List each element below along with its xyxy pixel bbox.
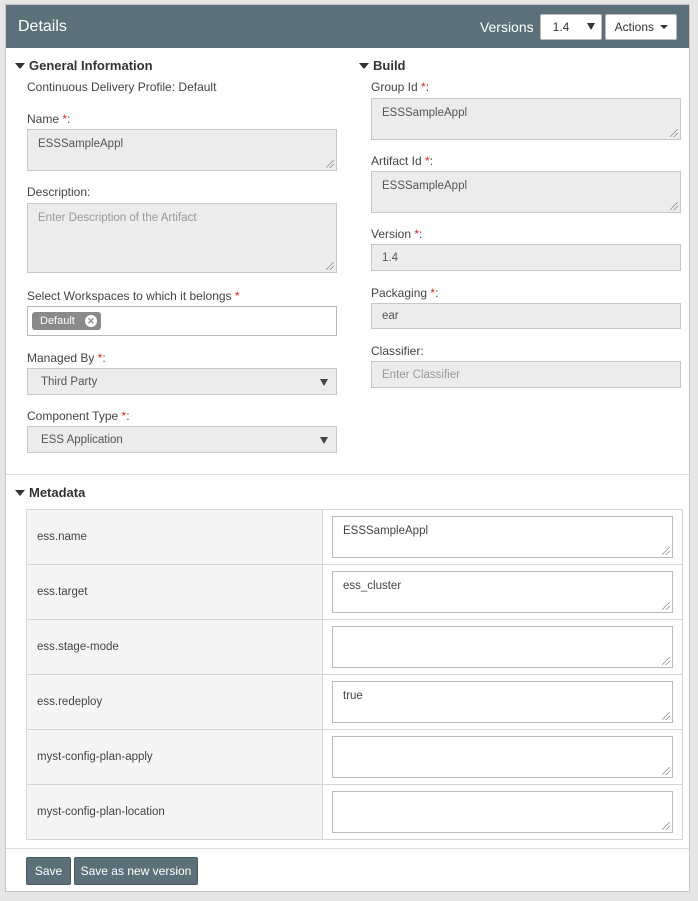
version-value: 1.4	[382, 251, 398, 264]
collapse-triangle-icon	[15, 62, 25, 69]
artifact-id-field[interactable]: ESSSampleAppl	[371, 171, 681, 213]
metadata-key: ess.name	[26, 509, 323, 565]
name-field[interactable]: ESSSampleAppl	[27, 129, 337, 171]
chevron-down-icon	[586, 23, 595, 30]
metadata-key: myst-config-plan-location	[26, 784, 323, 840]
classifier-label: Classifier:	[371, 344, 424, 358]
table-row: ess.redeploy true	[26, 674, 683, 730]
build-title: Build	[373, 58, 406, 73]
metadata-key: ess.redeploy	[26, 674, 323, 730]
component-type-value: ESS Application	[41, 433, 123, 446]
remove-tag-icon[interactable]: ✕	[84, 315, 97, 327]
description-field[interactable]: Enter Description of the Artifact	[27, 203, 337, 273]
workspace-tag: Default ✕	[32, 312, 101, 330]
metadata-value-input[interactable]: true	[332, 681, 673, 723]
resize-handle-icon[interactable]	[662, 547, 670, 555]
details-panel: Details Versions 1.4 Actions General Inf…	[5, 4, 690, 892]
table-row: myst-config-plan-location	[26, 784, 683, 840]
page-title: Details	[18, 17, 67, 35]
caret-down-icon	[660, 24, 668, 29]
table-row: ess.stage-mode	[26, 619, 683, 675]
chevron-down-icon	[320, 378, 328, 386]
workspace-tag-label: Default	[40, 315, 75, 327]
metadata-title: Metadata	[29, 485, 86, 500]
save-button[interactable]: Save	[26, 857, 71, 885]
group-id-label: Group Id *:	[371, 80, 430, 94]
resize-handle-icon[interactable]	[662, 767, 670, 775]
version-label: Version *:	[371, 227, 423, 241]
description-placeholder: Enter Description of the Artifact	[38, 212, 197, 224]
version-field[interactable]: 1.4	[371, 244, 681, 271]
managed-by-value: Third Party	[41, 375, 98, 388]
section-divider	[6, 474, 689, 475]
classifier-placeholder: Enter Classifier	[382, 368, 460, 381]
group-id-field[interactable]: ESSSampleAppl	[371, 98, 681, 140]
resize-handle-icon[interactable]	[326, 262, 334, 270]
packaging-label: Packaging *:	[371, 286, 439, 300]
resize-handle-icon[interactable]	[662, 712, 670, 720]
resize-handle-icon[interactable]	[662, 657, 670, 665]
component-type-select[interactable]: ESS Application	[27, 426, 337, 453]
name-field-value: ESSSampleAppl	[38, 138, 124, 150]
metadata-value-input[interactable]: ESSSampleAppl	[332, 516, 673, 558]
table-row: ess.target ess_cluster	[26, 564, 683, 620]
metadata-key: ess.stage-mode	[26, 619, 323, 675]
footer-divider	[6, 848, 689, 849]
metadata-table: ess.name ESSSampleAppl ess.target ess_cl…	[26, 509, 683, 840]
versions-label: Versions	[479, 18, 534, 35]
general-information-toggle[interactable]: General Information	[15, 58, 153, 73]
build-toggle[interactable]: Build	[359, 58, 406, 73]
version-select-value: 1.4	[552, 19, 570, 34]
packaging-value: ear	[382, 310, 399, 322]
metadata-key: ess.target	[26, 564, 323, 620]
name-label: Name *:	[27, 112, 71, 126]
actions-button-label: Actions	[614, 19, 654, 34]
table-row: myst-config-plan-apply	[26, 729, 683, 785]
metadata-value-input[interactable]	[332, 736, 673, 778]
delivery-profile-text: Continuous Delivery Profile: Default	[27, 80, 217, 94]
metadata-toggle[interactable]: Metadata	[15, 485, 85, 500]
component-type-label: Component Type *:	[27, 409, 130, 423]
resize-handle-icon[interactable]	[662, 602, 670, 610]
metadata-key: myst-config-plan-apply	[26, 729, 323, 785]
resize-handle-icon[interactable]	[670, 202, 678, 210]
artifact-id-label: Artifact Id *:	[371, 154, 434, 168]
classifier-field[interactable]: Enter Classifier	[371, 361, 681, 388]
packaging-field[interactable]: ear	[371, 303, 681, 329]
collapse-triangle-icon	[15, 489, 25, 496]
workspaces-label: Select Workspaces to which it belongs *	[27, 289, 240, 303]
resize-handle-icon[interactable]	[662, 822, 670, 830]
general-information-title: General Information	[29, 58, 153, 73]
save-as-new-version-button[interactable]: Save as new version	[74, 857, 198, 885]
managed-by-select[interactable]: Third Party	[27, 368, 337, 395]
details-header: Details Versions 1.4 Actions	[6, 5, 689, 48]
metadata-value-input[interactable]: ess_cluster	[332, 571, 673, 613]
metadata-value-input[interactable]	[332, 791, 673, 833]
chevron-down-icon	[320, 436, 328, 444]
artifact-id-value: ESSSampleAppl	[382, 180, 468, 192]
collapse-triangle-icon	[359, 62, 369, 69]
actions-button[interactable]: Actions	[604, 13, 677, 40]
workspaces-input[interactable]: Default ✕	[27, 306, 337, 336]
table-row: ess.name ESSSampleAppl	[26, 509, 683, 565]
description-label: Description:	[27, 185, 91, 199]
metadata-value-input[interactable]	[332, 626, 673, 668]
version-select[interactable]: 1.4	[539, 13, 602, 40]
group-id-value: ESSSampleAppl	[382, 107, 468, 119]
resize-handle-icon[interactable]	[670, 129, 678, 137]
managed-by-label: Managed By *:	[27, 351, 106, 365]
resize-handle-icon[interactable]	[326, 160, 334, 168]
